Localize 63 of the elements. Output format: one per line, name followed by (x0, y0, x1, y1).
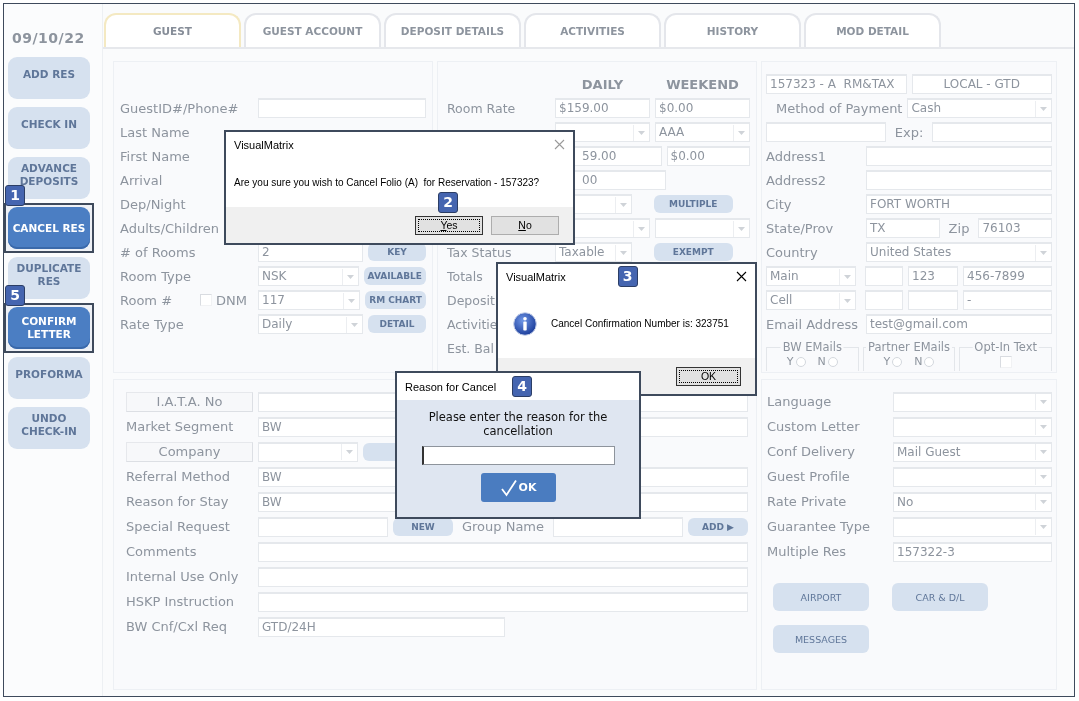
field-label: # of Rooms (120, 244, 196, 260)
step-badge: 5 (5, 285, 25, 306)
field-label: Tax Status (447, 244, 512, 260)
column-heading: DAILY (580, 76, 625, 92)
field-label: Market Segment (126, 419, 234, 434)
dialog-title: VisualMatrix (506, 270, 566, 283)
field-label: City (766, 196, 792, 212)
column-heading: WEEKEND (665, 76, 740, 92)
field-label: Guarantee Type (767, 519, 870, 534)
dialog-message: Please enter the reason for the cancellation (427, 410, 609, 438)
field-label: Arrival (120, 172, 163, 188)
field-label: Rate Private (767, 494, 847, 509)
field-label: Custom Letter (767, 419, 860, 434)
field-label: Country (766, 244, 818, 260)
field-label: Adults/Children (120, 220, 220, 236)
field-label: Guest Profile (767, 469, 850, 484)
field-label: Method of Payment (776, 100, 903, 116)
step-badge: 2 (438, 192, 458, 214)
field-label: Reason for Stay (126, 494, 229, 509)
field-label: Zip (947, 220, 971, 236)
field-label: HSKP Instruction (126, 594, 235, 609)
field-label: Comments (126, 544, 197, 559)
field-label: Group Name (460, 519, 546, 534)
field-label: Special Request (126, 519, 230, 534)
radio-label: Y (883, 356, 891, 368)
field-label: GuestID#/Phone# (120, 100, 239, 116)
step-badge: 3 (617, 266, 638, 287)
field-label: Room Rate (447, 100, 516, 116)
field-label: First Name (120, 148, 190, 164)
field-label: Internal Use Only (126, 569, 239, 584)
field-label: Exp: (893, 124, 925, 140)
field-label: Deposit (447, 292, 495, 308)
field-label: Multiple Res (767, 544, 846, 559)
dialog-title: Reason for Cancel (405, 380, 497, 393)
field-label: Address1 (766, 148, 827, 164)
group-label: Partner EMails (865, 340, 953, 354)
field-label: Last Name (120, 124, 190, 140)
step-badge: 4 (512, 376, 533, 397)
radio-label: Y (786, 356, 794, 368)
field-label: State/Prov (766, 220, 834, 236)
group-label: Opt-In Text (972, 340, 1039, 354)
dialog-message: Are you sure you wish to Cancel Folio (A) for Reservation - 157323? (234, 176, 540, 188)
field-label: Est. Bal (447, 340, 494, 356)
field-label: Rate Type (120, 316, 184, 332)
step-badge: 1 (5, 185, 25, 206)
field-label: Conf Delivery (767, 444, 855, 459)
field-label: Dep/Night (120, 196, 186, 212)
field-label: Activitie (447, 316, 498, 332)
field-label: Room # (120, 292, 173, 308)
field-label: Address2 (766, 172, 827, 188)
checkbox-label: DNM (216, 292, 247, 308)
field-label: Referral Method (126, 469, 230, 484)
group-label: BW EMails (780, 340, 844, 354)
field-label: Totals (447, 268, 483, 284)
field-label: Room Type (120, 268, 191, 284)
dialog-title: VisualMatrix (234, 138, 294, 151)
radio-label: N (817, 356, 826, 368)
field-label: Email Address (766, 316, 858, 332)
date-label: 09/10/22 (12, 29, 85, 48)
dialog-message: Cancel Confirmation Number is: 323751 (551, 318, 729, 329)
field-label: BW Cnf/Cxl Req (126, 619, 227, 634)
radio-label: N (914, 356, 923, 368)
field-label: Language (767, 394, 832, 409)
